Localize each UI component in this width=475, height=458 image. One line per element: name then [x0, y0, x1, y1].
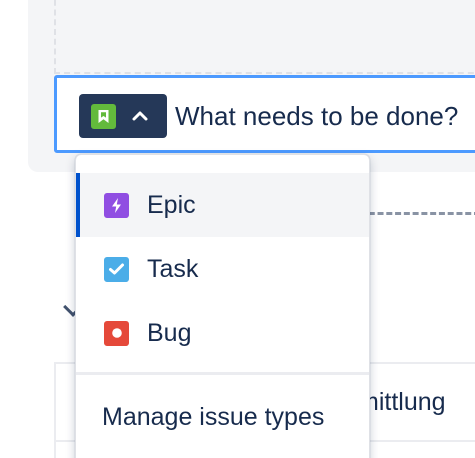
- menu-item-task[interactable]: Task: [76, 237, 369, 301]
- task-icon: [104, 256, 129, 282]
- menu-item-label: Bug: [147, 318, 192, 347]
- table-cell-summary[interactable]: mittlung: [358, 388, 446, 417]
- manage-issue-types-link[interactable]: Manage issue types: [76, 385, 369, 449]
- issue-summary-input[interactable]: [175, 96, 475, 136]
- chevron-up-icon: [130, 106, 150, 126]
- menu-item-label: Epic: [147, 190, 196, 219]
- create-issue-field[interactable]: [54, 75, 475, 153]
- epic-icon: [104, 192, 129, 218]
- menu-item-bug[interactable]: Bug: [76, 301, 369, 365]
- section-divider: [360, 212, 475, 215]
- issue-type-menu: Epic Task Bug Manage issue types: [75, 154, 370, 458]
- card-drop-zone: [54, 0, 475, 74]
- board-view: mittlung Epic: [0, 0, 475, 458]
- menu-divider: [76, 372, 369, 375]
- menu-item-label: Task: [147, 254, 199, 283]
- menu-item-epic[interactable]: Epic: [76, 173, 369, 237]
- issue-type-picker-button[interactable]: [79, 94, 167, 138]
- bug-icon: [104, 320, 129, 346]
- manage-issue-types-label: Manage issue types: [102, 402, 325, 431]
- story-icon: [91, 103, 116, 129]
